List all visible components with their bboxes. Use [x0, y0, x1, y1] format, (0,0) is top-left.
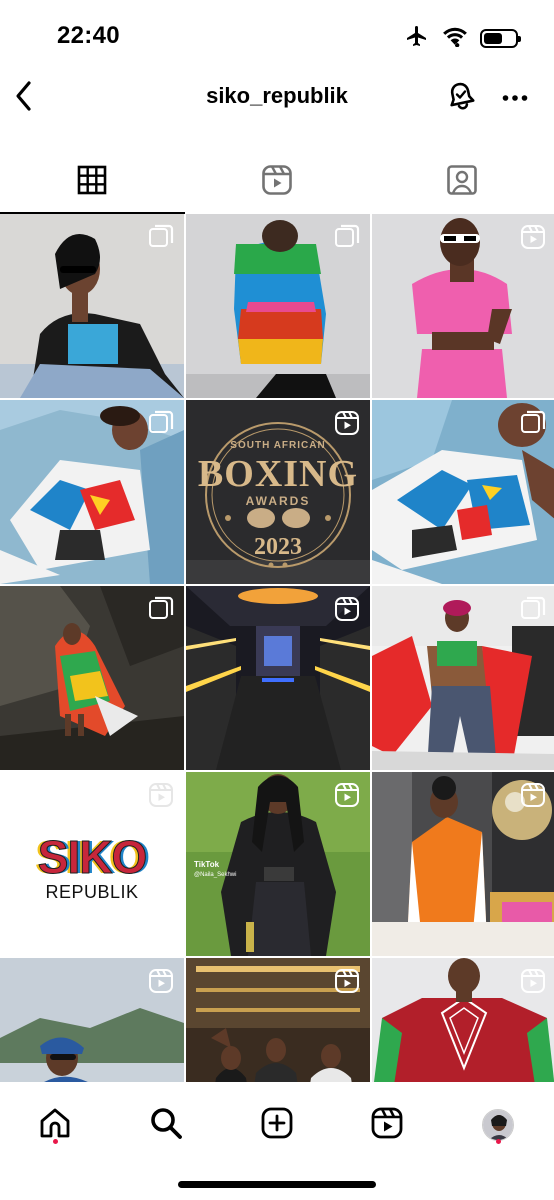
- post-thumbnail[interactable]: [0, 586, 184, 770]
- more-horizontal-icon: [502, 89, 528, 107]
- more-options-button[interactable]: [497, 80, 533, 116]
- posts-grid: SOUTH AFRICAN BOXING AWARDS 2023 SIKO RE…: [0, 214, 554, 1082]
- battery-level: [484, 33, 502, 44]
- tab-tagged[interactable]: [369, 150, 554, 214]
- carousel-icon: [148, 224, 174, 250]
- notifications-button[interactable]: [443, 80, 479, 116]
- awards-logo-line1: SOUTH AFRICAN: [230, 440, 326, 451]
- status-time: 22:40: [57, 22, 120, 49]
- post-thumbnail[interactable]: [372, 400, 554, 584]
- wifi-icon: [442, 25, 468, 52]
- reel-indicator-icon: [334, 782, 360, 808]
- carousel-icon: [520, 596, 546, 622]
- avatar: [482, 1109, 514, 1141]
- post-thumbnail[interactable]: [372, 214, 554, 398]
- post-thumbnail[interactable]: [186, 214, 370, 398]
- bell-icon: [445, 80, 477, 117]
- carousel-icon: [148, 410, 174, 436]
- home-notification-dot: [53, 1139, 58, 1144]
- post-thumbnail[interactable]: [372, 958, 554, 1082]
- post-thumbnail[interactable]: [0, 958, 184, 1082]
- tagged-icon: [446, 164, 478, 201]
- awards-logo-year: 2023: [254, 534, 302, 560]
- carousel-icon: [148, 596, 174, 622]
- awards-logo-line2: BOXING: [197, 453, 359, 495]
- reels-icon: [370, 1106, 404, 1145]
- reel-indicator-icon: [334, 596, 360, 622]
- siko-logo-sub: REPUBLIK: [45, 882, 139, 902]
- post-thumbnail[interactable]: [372, 772, 554, 956]
- nav-reels-button[interactable]: [362, 1100, 412, 1150]
- siko-logo-main: SIKO: [37, 831, 147, 884]
- profile-header: siko_republik: [0, 74, 554, 122]
- reels-icon: [261, 164, 293, 201]
- status-bar: 22:40: [0, 0, 554, 74]
- post-thumbnail[interactable]: [186, 958, 370, 1082]
- post-thumbnail[interactable]: SIKO REPUBLIK: [0, 772, 184, 956]
- nav-search-button[interactable]: [141, 1100, 191, 1150]
- grid-icon: [77, 165, 107, 200]
- post-thumbnail[interactable]: [0, 400, 184, 584]
- carousel-icon: [520, 410, 546, 436]
- tiktok-brand: TikTok: [194, 860, 220, 869]
- reel-indicator-icon: [148, 968, 174, 994]
- reel-indicator-icon: [334, 968, 360, 994]
- reel-indicator-icon: [334, 410, 360, 436]
- plus-square-icon: [260, 1106, 294, 1145]
- post-thumbnail[interactable]: TikTok @Naila_Sekhwi: [186, 772, 370, 956]
- post-thumbnail[interactable]: [186, 586, 370, 770]
- battery-icon: [480, 29, 521, 48]
- tab-reels[interactable]: [185, 150, 370, 214]
- reel-indicator-icon: [520, 968, 546, 994]
- search-icon: [149, 1106, 183, 1145]
- home-indicator: [178, 1181, 376, 1188]
- post-thumbnail[interactable]: SOUTH AFRICAN BOXING AWARDS 2023: [186, 400, 370, 584]
- reel-indicator-icon: [520, 224, 546, 250]
- post-thumbnail[interactable]: [0, 214, 184, 398]
- status-icons: [404, 24, 521, 53]
- airplane-icon: [404, 24, 430, 53]
- profile-tabs: [0, 150, 554, 214]
- profile-notification-dot: [496, 1139, 501, 1144]
- tiktok-handle: @Naila_Sekhwi: [194, 872, 237, 878]
- reel-indicator-icon: [148, 782, 174, 808]
- reel-indicator-icon: [520, 782, 546, 808]
- awards-logo-line3: AWARDS: [245, 494, 311, 508]
- nav-create-button[interactable]: [252, 1100, 302, 1150]
- carousel-icon: [334, 224, 360, 250]
- tab-posts[interactable]: [0, 150, 185, 214]
- post-thumbnail[interactable]: [372, 586, 554, 770]
